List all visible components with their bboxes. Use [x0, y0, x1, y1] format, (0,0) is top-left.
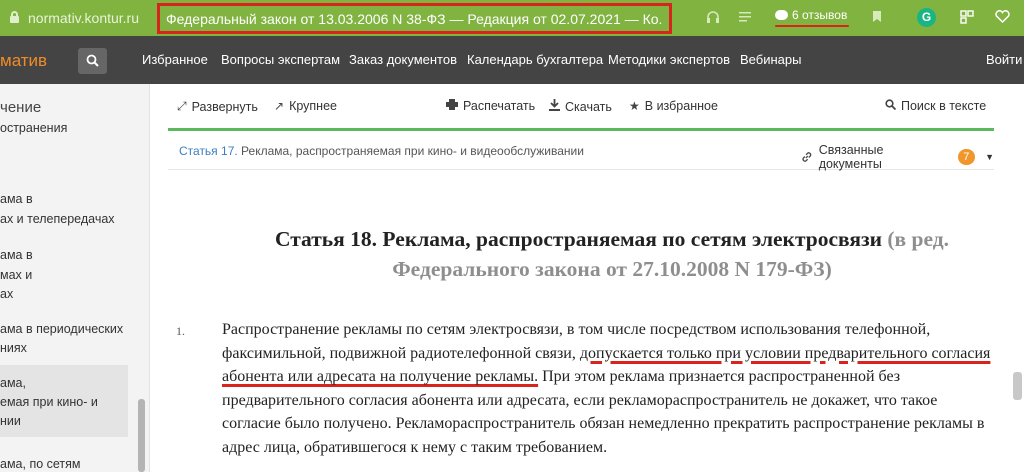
bookmark-icon[interactable]: [872, 10, 882, 26]
sidebar-item[interactable]: ама,: [0, 374, 26, 393]
larger-font-button[interactable]: ↗ Крупнее: [274, 99, 337, 113]
star-icon: ★: [629, 99, 640, 113]
reader-icon[interactable]: [738, 10, 752, 26]
sidebar-item[interactable]: мах и: [0, 266, 32, 285]
browser-bar: normativ.kontur.ru Федеральный закон от …: [0, 0, 1024, 36]
sidebar-heading: чение: [0, 99, 42, 116]
zoom-arrow-icon: ↗: [274, 99, 285, 113]
breadcrumb: Статья 17. Реклама, распространяемая при…: [179, 144, 584, 158]
sidebar-item[interactable]: ама в периодических: [0, 320, 123, 339]
previous-article-link[interactable]: Статья 17.: [179, 144, 238, 158]
link-icon: [802, 152, 812, 162]
speech-bubble-icon: [775, 10, 788, 20]
address-url[interactable]: normativ.kontur.ru: [28, 10, 139, 26]
site-search-button[interactable]: [78, 48, 107, 74]
reviews-underline: [775, 25, 849, 27]
expand-icon: ⤢: [177, 99, 187, 113]
page-title-box: Федеральный закон от 13.03.2006 N 38-ФЗ …: [157, 3, 672, 34]
article-paragraph: Распространение рекламы по сетям электро…: [222, 318, 994, 459]
expand-label: Развернуть: [191, 99, 258, 114]
paragraph-number: 1.: [176, 324, 185, 338]
download-label: Скачать: [565, 99, 612, 114]
nav-expert-methods[interactable]: Методики экспертов: [608, 52, 730, 67]
search-in-text-label: Поиск в тексте: [901, 99, 987, 113]
document-toolbar: ⤢ Развернуть ↗ Крупнее Распечатать Скача…: [150, 84, 1024, 130]
chevron-down-icon[interactable]: ▼: [985, 152, 994, 162]
extension-icon[interactable]: [960, 10, 974, 27]
sidebar-item[interactable]: ама в: [0, 246, 33, 265]
article-heading: Статья 18. Реклама, распространяемая по …: [274, 227, 883, 251]
favorite-label: В избранное: [644, 99, 718, 113]
lock-icon: [10, 11, 19, 23]
article-navigation-row: Статья 17. Реклама, распространяемая при…: [168, 131, 994, 171]
sidebar-item[interactable]: ама в: [0, 190, 33, 209]
nav-order-documents[interactable]: Заказ документов: [349, 52, 457, 67]
search-icon: [86, 54, 99, 67]
sidebar-scrollbar[interactable]: [138, 399, 145, 472]
related-documents-label: Связанные документы: [818, 143, 884, 171]
reviews-label: 6 отзывов: [792, 8, 848, 22]
sidebar-item[interactable]: ах: [0, 285, 13, 304]
nav-accountant-calendar[interactable]: Календарь бухгалтера: [467, 52, 603, 67]
article-title: Статья 18. Реклама, распространяемая по …: [222, 224, 1002, 284]
favorite-button[interactable]: ★ В избранное: [629, 99, 718, 113]
sidebar-item[interactable]: остранения: [0, 119, 67, 138]
related-documents-button[interactable]: Связанные документы 7 ▼: [801, 143, 994, 171]
expand-button[interactable]: ⤢ Развернуть: [177, 99, 258, 114]
sidebar-item[interactable]: ниях: [0, 339, 27, 358]
sidebar-item[interactable]: нии: [0, 412, 21, 431]
site-logo[interactable]: матив: [0, 51, 47, 71]
larger-label: Крупнее: [289, 99, 337, 113]
login-link[interactable]: Войти: [986, 52, 1022, 67]
print-button[interactable]: Распечатать: [446, 99, 535, 113]
table-of-contents-sidebar: чение остранения ама в ах и телепередача…: [0, 84, 150, 472]
reviews-button[interactable]: 6 отзывов: [775, 8, 847, 22]
sidebar-item[interactable]: ама, по сетям: [0, 455, 81, 472]
download-icon: [549, 99, 560, 114]
tab-title: Федеральный закон от 13.03.2006 N 38-ФЗ …: [166, 10, 663, 27]
nav-webinars[interactable]: Вебинары: [740, 52, 801, 67]
download-button[interactable]: Скачать: [549, 99, 612, 114]
print-label: Распечатать: [463, 99, 536, 113]
page-scrollbar[interactable]: [1013, 372, 1022, 400]
sidebar-item[interactable]: емая при кино- и: [0, 393, 98, 412]
previous-article-title: Реклама, распространяемая при кино- и ви…: [237, 144, 584, 158]
print-icon: [446, 99, 458, 113]
search-in-text-button[interactable]: Поиск в тексте: [885, 99, 986, 113]
site-nav: матив Избранное Вопросы экспертам Заказ …: [0, 36, 1024, 84]
sidebar-item[interactable]: ах и телепередачах: [0, 210, 115, 229]
nav-favorites[interactable]: Избранное: [142, 52, 208, 67]
heart-icon[interactable]: [995, 10, 1010, 26]
search-icon: [885, 99, 897, 113]
headphones-icon[interactable]: [706, 10, 720, 26]
related-count-badge: 7: [957, 149, 976, 165]
nav-expert-questions[interactable]: Вопросы экспертам: [221, 52, 340, 67]
grammarly-icon[interactable]: G: [917, 8, 936, 27]
